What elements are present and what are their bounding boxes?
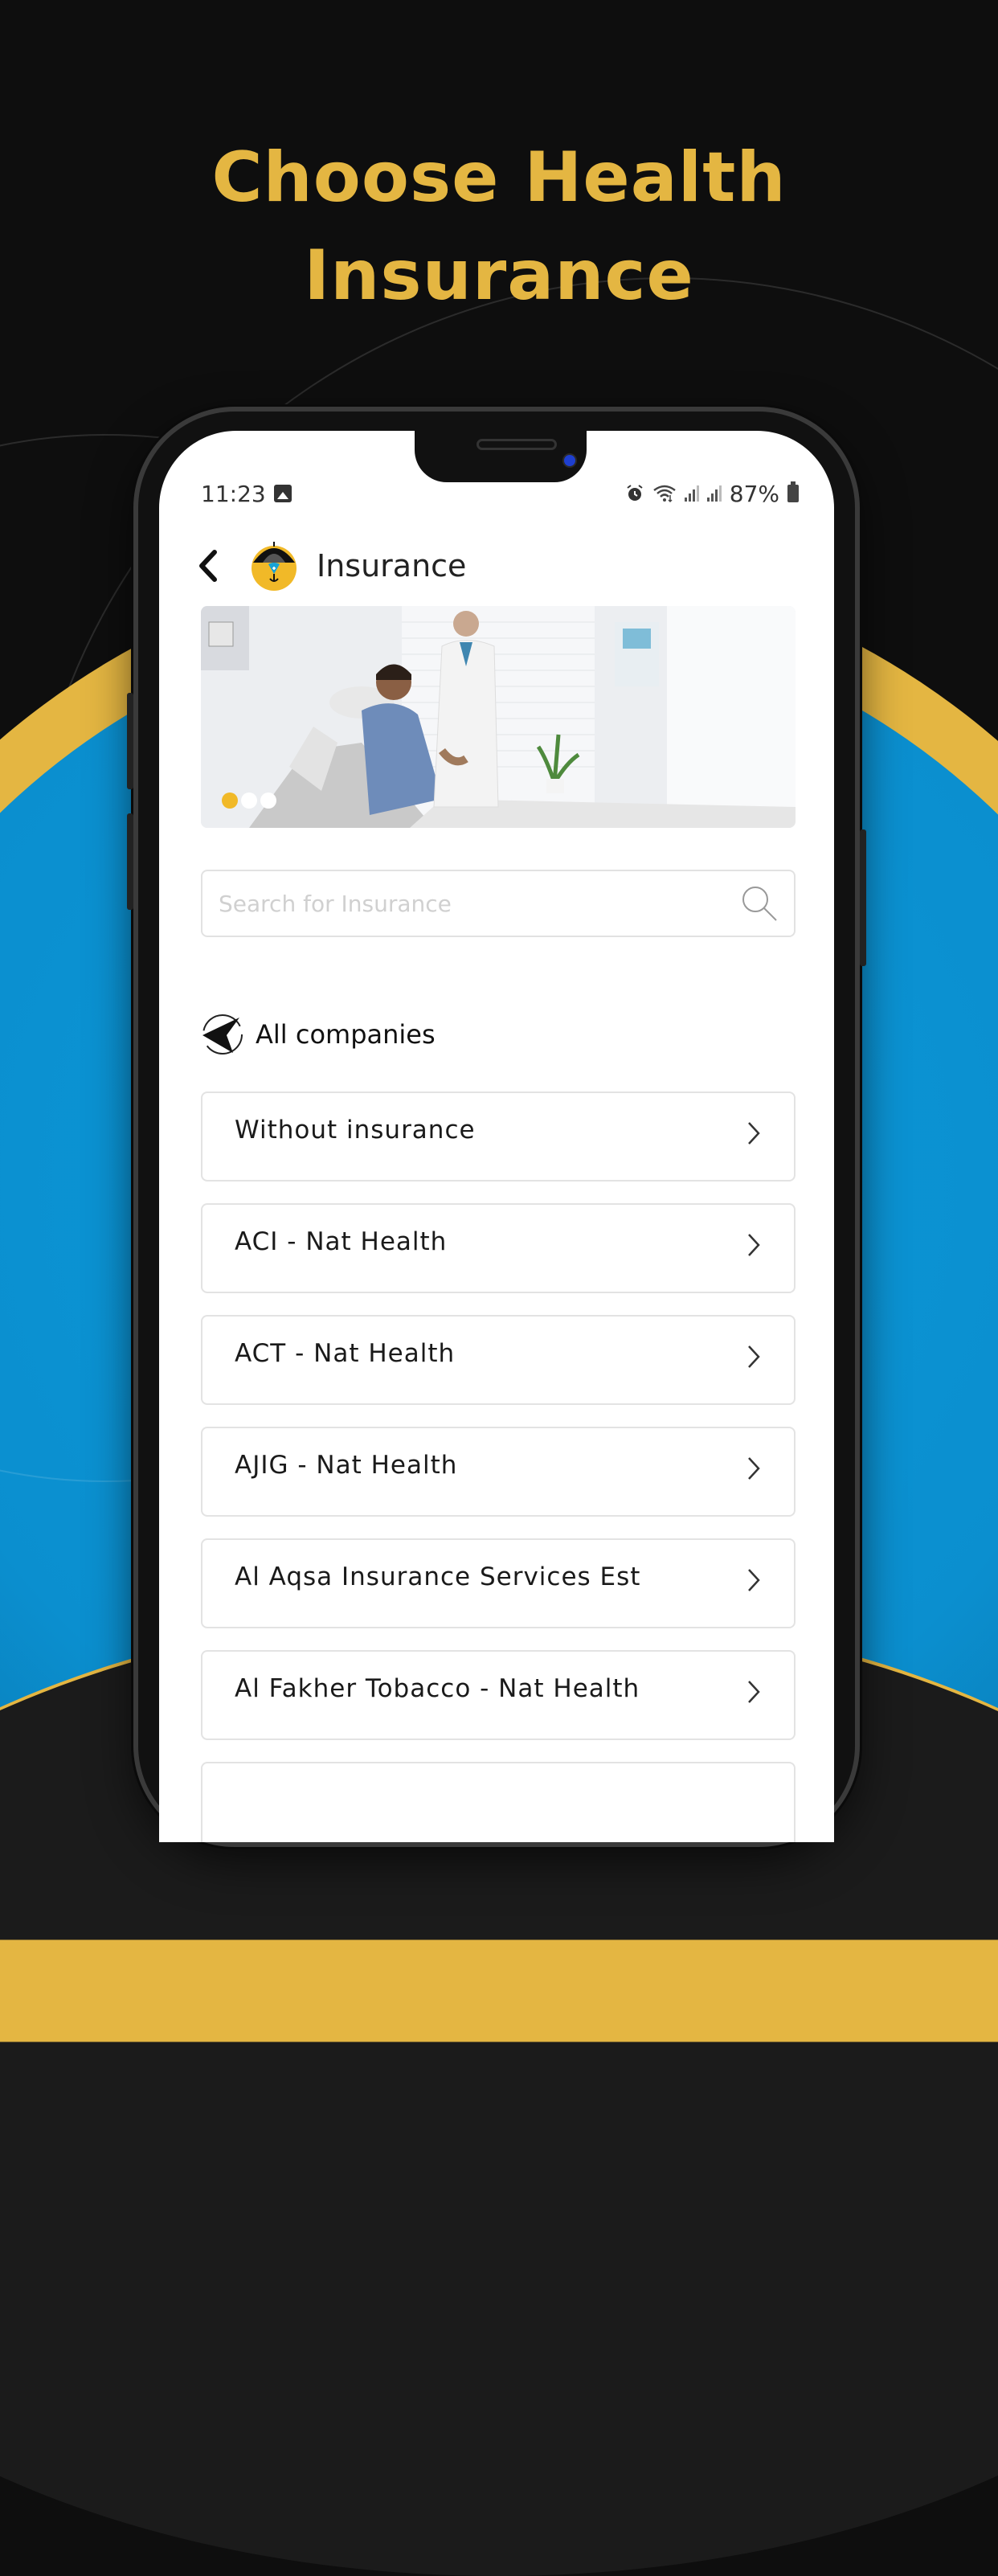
chevron-right-icon	[748, 1457, 760, 1480]
status-bar: 11:23 87%	[201, 477, 799, 510]
carousel-dot-active[interactable]	[222, 792, 238, 809]
front-camera	[564, 455, 575, 466]
company-name: ACI - Nat Health	[235, 1227, 448, 1256]
back-button[interactable]	[191, 542, 223, 590]
battery-percent: 87%	[729, 480, 779, 507]
chevron-right-icon	[748, 1122, 760, 1145]
company-list-item[interactable]: ACT - Nat Health	[201, 1315, 796, 1405]
chevron-right-icon	[748, 1345, 760, 1368]
phone-power-button	[860, 829, 866, 966]
phone-frame: 11:23 87% Insurance Search for Insurance…	[127, 412, 866, 1842]
phone-volume-button	[127, 693, 133, 789]
chevron-right-icon	[748, 1681, 760, 1703]
company-list: Without insurance ACI - Nat Health ACT -…	[201, 1091, 796, 1842]
chevron-right-icon	[748, 1569, 760, 1591]
search-field[interactable]	[201, 870, 796, 937]
company-list-item-partial[interactable]	[201, 1762, 796, 1842]
section-title: All companies	[256, 1019, 436, 1050]
chevron-left-icon	[199, 550, 217, 582]
speaker-grille	[477, 439, 557, 450]
page-title: Insurance	[317, 548, 467, 584]
company-list-item[interactable]: Al Fakher Tobacco - Nat Health	[201, 1650, 796, 1740]
company-name: ACT - Nat Health	[235, 1339, 456, 1368]
promo-headline-line2: Insurance	[304, 235, 694, 316]
company-name: Al Fakher Tobacco - Nat Health	[235, 1674, 640, 1703]
company-list-item[interactable]: ACI - Nat Health	[201, 1203, 796, 1293]
company-list-item[interactable]: Without insurance	[201, 1091, 796, 1182]
alarm-icon	[627, 485, 643, 501]
wifi-icon	[653, 485, 676, 503]
umbrella-shield-logo-icon	[252, 542, 297, 591]
app-header: Insurance	[191, 534, 466, 598]
company-name: Al Aqsa Insurance Services Est	[235, 1562, 641, 1591]
search-input[interactable]	[217, 889, 702, 918]
battery-icon	[787, 481, 799, 502]
banner-carousel[interactable]	[201, 606, 796, 828]
phone-screen: 11:23 87% Insurance Search for Insurance…	[159, 431, 834, 1842]
company-list-item[interactable]: AJIG - Nat Health	[201, 1427, 796, 1517]
promo-headline-line1: Choose Health	[211, 137, 787, 218]
image-icon	[273, 485, 292, 502]
section-header: All companies	[201, 1013, 436, 1056]
company-name: Without insurance	[235, 1116, 476, 1145]
company-list-item[interactable]: Al Aqsa Insurance Services Est	[201, 1538, 796, 1628]
company-name: AJIG - Nat Health	[235, 1451, 458, 1480]
navigation-arrow-icon	[202, 1014, 243, 1055]
banner-image	[201, 606, 796, 828]
carousel-indicators	[222, 792, 276, 809]
status-time: 11:23	[201, 480, 266, 507]
chevron-right-icon	[748, 1234, 760, 1256]
phone-volume-button	[127, 813, 133, 910]
app-logo	[251, 542, 297, 591]
carousel-dot[interactable]	[241, 792, 257, 809]
signal-icon	[706, 485, 722, 502]
carousel-dot[interactable]	[260, 792, 276, 809]
promo-headline: Choose Health Insurance	[0, 129, 998, 325]
signal-icon	[684, 485, 699, 502]
search-icon[interactable]	[739, 883, 779, 924]
phone-notch	[415, 431, 587, 482]
